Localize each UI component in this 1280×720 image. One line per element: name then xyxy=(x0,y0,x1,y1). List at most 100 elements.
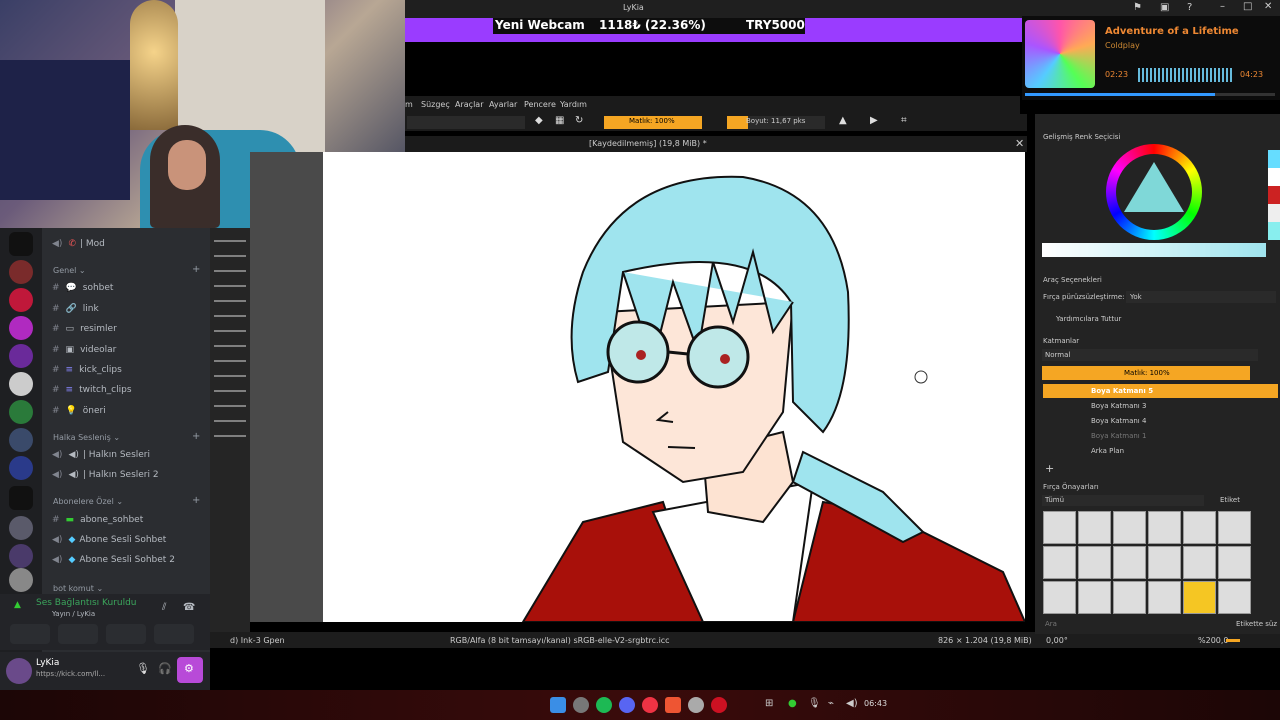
clock[interactable]: 06:43 xyxy=(864,699,887,708)
brave-icon[interactable] xyxy=(665,697,681,713)
blend-mode-dropdown[interactable] xyxy=(1042,349,1258,361)
close-document-icon[interactable]: ✕ xyxy=(1015,137,1024,150)
assist-label[interactable]: Yardımcılara Tuttur xyxy=(1056,315,1121,323)
brush-preset[interactable] xyxy=(1078,511,1111,544)
layer-row-hidden[interactable]: Boya Katmanı 1 xyxy=(1043,429,1278,443)
brush-preset[interactable] xyxy=(1113,511,1146,544)
avatar[interactable] xyxy=(6,658,32,684)
channel-mod[interactable]: ◀) ✆ | Mod xyxy=(52,237,105,251)
menu-item[interactable]: Yardım xyxy=(560,100,587,109)
voice-channel-item[interactable]: ◀) ◀) | Halkın Sesleri 2 xyxy=(52,468,159,482)
tag-filter-toggle[interactable]: Etikette süz xyxy=(1236,620,1277,628)
pin-icon[interactable]: ⚑ xyxy=(1133,2,1142,13)
brush-preset[interactable] xyxy=(1078,546,1111,579)
activities-button[interactable] xyxy=(106,624,146,644)
server-icon-3[interactable] xyxy=(9,288,33,312)
brush-preset[interactable] xyxy=(1183,511,1216,544)
mic-icon[interactable]: 🎙 xyxy=(136,662,150,675)
smoothing-dropdown[interactable] xyxy=(1126,291,1276,303)
add-channel-icon[interactable]: + xyxy=(192,264,200,275)
presets-tag-button[interactable]: Etiket xyxy=(1220,496,1240,504)
brush-preset[interactable] xyxy=(1043,511,1076,544)
color-strip[interactable] xyxy=(1042,243,1266,257)
add-channel-icon[interactable]: + xyxy=(192,495,200,506)
channel-item[interactable]: # ≡ twitch_clips xyxy=(52,383,132,397)
channel-item[interactable]: # ▭ resimler xyxy=(52,322,117,336)
menu-item[interactable]: Süzgeç xyxy=(421,100,450,109)
channel-item[interactable]: # 💬 sohbet xyxy=(52,281,113,295)
mic-tray-icon[interactable]: 🎙 xyxy=(808,698,821,709)
brush-preset[interactable] xyxy=(1183,546,1216,579)
category-voice[interactable]: Halka Sesleniş ⌄ xyxy=(53,433,120,442)
server-icon-7[interactable] xyxy=(9,400,33,424)
gear-icon[interactable]: ⚙ xyxy=(184,662,194,675)
channel-item[interactable]: # ▬ abone_sohbet xyxy=(52,513,143,527)
add-layer-icon[interactable]: + xyxy=(1045,462,1054,475)
volume-icon[interactable]: ◀) xyxy=(846,698,858,709)
help-icon[interactable]: ? xyxy=(1187,2,1192,13)
category-subs[interactable]: Abonelere Özel ⌄ xyxy=(53,497,123,506)
alpha-lock-icon[interactable]: ▦ xyxy=(555,115,564,126)
brush-preset[interactable] xyxy=(1148,581,1181,614)
screen-share-button[interactable] xyxy=(58,624,98,644)
camera-button[interactable] xyxy=(10,624,50,644)
presets-search[interactable]: Ara xyxy=(1045,620,1057,628)
brush-preset-dropdown[interactable] xyxy=(407,116,525,129)
server-icon-1[interactable] xyxy=(9,232,33,256)
server-icon-13[interactable] xyxy=(9,568,33,592)
spotify-icon[interactable] xyxy=(596,697,612,713)
drawing-canvas[interactable] xyxy=(323,152,1025,622)
brush-preset[interactable] xyxy=(1113,546,1146,579)
voice-channel-name[interactable]: Yayın / LyKia xyxy=(52,610,95,618)
voice-channel-item[interactable]: ◀) ◆ Abone Sesli Sohbet 2 xyxy=(52,553,175,567)
brush-preset[interactable] xyxy=(1218,581,1251,614)
eraser-icon[interactable]: ◆ xyxy=(535,115,543,126)
mirror-horizontal-icon[interactable]: ▲ xyxy=(839,115,847,126)
maximize-button[interactable]: □ xyxy=(1243,1,1252,12)
headphones-icon[interactable]: 🎧 xyxy=(158,662,172,675)
discord-icon[interactable] xyxy=(619,697,635,713)
color-history[interactable] xyxy=(1268,150,1280,240)
server-icon-12[interactable] xyxy=(9,544,33,568)
category-bot[interactable]: bot komut ⌄ xyxy=(53,584,103,593)
inbox-icon[interactable]: ▣ xyxy=(1160,2,1169,13)
server-icon-9[interactable] xyxy=(9,456,33,480)
disconnect-icon[interactable]: ☎ xyxy=(183,602,195,613)
app-icon[interactable] xyxy=(573,697,589,713)
category-general[interactable]: Genel ⌄ xyxy=(53,266,86,275)
obs-icon[interactable] xyxy=(688,697,704,713)
brush-preset-selected[interactable] xyxy=(1183,581,1216,614)
brush-preset[interactable] xyxy=(1043,546,1076,579)
channel-item[interactable]: # ≡ kick_clips xyxy=(52,363,122,377)
server-icon-4[interactable] xyxy=(9,316,33,340)
chrome-icon[interactable] xyxy=(642,697,658,713)
start-icon[interactable] xyxy=(550,697,566,713)
voice-channel-item[interactable]: ◀) ◆ Abone Sesli Sohbet xyxy=(52,533,166,547)
crop-icon[interactable]: ⌗ xyxy=(901,115,907,126)
layer-row[interactable]: Boya Katmanı 4 xyxy=(1043,414,1278,428)
layer-row[interactable]: Boya Katmanı 3 xyxy=(1043,399,1278,413)
menu-item[interactable]: m xyxy=(405,100,413,109)
color-triangle[interactable] xyxy=(1124,162,1184,212)
zoom-slider[interactable] xyxy=(1226,639,1240,642)
reload-icon[interactable]: ↻ xyxy=(575,115,583,126)
network-icon[interactable]: ⌁ xyxy=(828,698,834,709)
brush-preset[interactable] xyxy=(1148,511,1181,544)
add-channel-icon[interactable]: + xyxy=(192,431,200,442)
status-brush[interactable]: d) Ink-3 Gpen xyxy=(230,636,285,645)
mirror-vertical-icon[interactable]: ▶ xyxy=(870,115,878,126)
brush-preset[interactable] xyxy=(1218,546,1251,579)
layer-row-active[interactable]: Boya Katmanı 5 xyxy=(1043,384,1278,398)
noise-suppression-icon[interactable]: ⫽ xyxy=(162,602,166,613)
channel-item[interactable]: # ▣ videolar xyxy=(52,343,116,357)
menu-item[interactable]: Pencere xyxy=(524,100,556,109)
server-icon-8[interactable] xyxy=(9,428,33,452)
minimize-button[interactable]: – xyxy=(1220,1,1225,12)
voice-channel-item[interactable]: ◀) ◀) | Halkın Sesleri xyxy=(52,448,150,462)
krita-icon[interactable] xyxy=(711,697,727,713)
menu-item[interactable]: Ayarlar xyxy=(489,100,517,109)
tool-icons-grid[interactable] xyxy=(214,234,246,444)
layer-row[interactable]: Arka Plan xyxy=(1043,444,1278,458)
server-icon-6[interactable] xyxy=(9,372,33,396)
close-button[interactable]: ✕ xyxy=(1264,1,1272,12)
